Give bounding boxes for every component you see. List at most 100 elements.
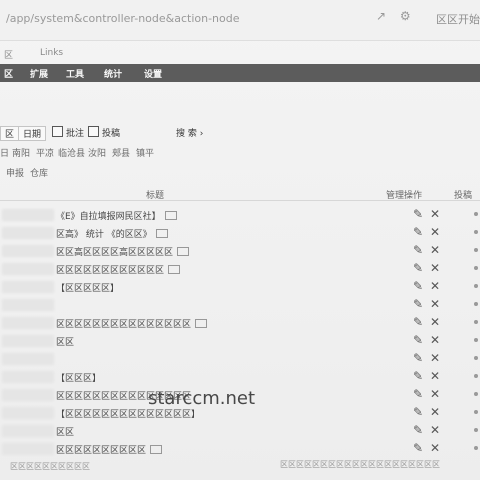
avatar xyxy=(2,389,54,401)
main-nav: 区 扩展 工具 统计 设置 xyxy=(0,64,480,82)
row-title[interactable]: 区高》 统计 《的区区》 xyxy=(56,227,168,240)
status-dot xyxy=(474,356,478,360)
avatar xyxy=(2,227,54,239)
delete-icon[interactable]: ✕ xyxy=(430,225,440,239)
table-row[interactable]: ✎ ✕ xyxy=(0,350,480,368)
delete-icon[interactable]: ✕ xyxy=(430,279,440,293)
status-dot xyxy=(474,428,478,432)
edit-icon[interactable]: ✎ xyxy=(413,297,423,311)
message-icon xyxy=(168,265,181,274)
filter-item[interactable]: 郏县 xyxy=(112,146,130,159)
edit-icon[interactable]: ✎ xyxy=(413,279,423,293)
filter-row-2: 申报 仓库 xyxy=(0,166,480,180)
edit-icon[interactable]: ✎ xyxy=(413,405,423,419)
row-title[interactable]: 区区高区区区区高区区区区区 xyxy=(56,245,190,258)
table-header: 标题 管理操作 投稿 xyxy=(0,186,480,201)
edit-icon[interactable]: ✎ xyxy=(413,333,423,347)
watermark: starccm.net xyxy=(148,388,256,409)
edit-icon[interactable]: ✎ xyxy=(413,261,423,275)
table-row[interactable]: 区区区区区区区区区区区区区区区 ✎ ✕ xyxy=(0,314,480,332)
nav-item-2[interactable]: 扩展 xyxy=(30,67,48,80)
filter-item[interactable]: 镇平 xyxy=(136,146,154,159)
filter-item[interactable]: 日 xyxy=(0,146,9,159)
delete-icon[interactable]: ✕ xyxy=(430,315,440,329)
checkbox-box[interactable] xyxy=(88,126,99,137)
links-item-2[interactable]: Links xyxy=(40,48,63,58)
message-icon xyxy=(177,247,190,256)
status-dot xyxy=(474,284,478,288)
date-select[interactable]: 日期 xyxy=(18,126,47,141)
links-row: 区 Links xyxy=(0,44,480,64)
select-1[interactable]: 区 xyxy=(0,126,20,141)
checkbox-annotate[interactable]: 批注 xyxy=(52,126,84,139)
row-title[interactable]: 【区区区区区】 xyxy=(56,281,119,294)
delete-icon[interactable]: ✕ xyxy=(430,207,440,221)
status-dot xyxy=(474,212,478,216)
edit-icon[interactable]: ✎ xyxy=(413,243,423,257)
status-dot xyxy=(474,410,478,414)
edit-icon[interactable]: ✎ xyxy=(413,315,423,329)
delete-icon[interactable]: ✕ xyxy=(430,243,440,257)
table-row[interactable]: 区区 ✎ ✕ xyxy=(0,422,480,440)
checkbox-box[interactable] xyxy=(52,126,63,137)
avatar xyxy=(2,335,54,347)
edit-icon[interactable]: ✎ xyxy=(413,369,423,383)
address-bar[interactable]: /app/system&controller-node&action-node xyxy=(6,12,240,25)
edit-icon[interactable]: ✎ xyxy=(413,423,423,437)
row-title[interactable]: 区区 xyxy=(56,335,74,348)
links-item-1[interactable]: 区 xyxy=(4,48,13,61)
column-manage: 管理操作 xyxy=(386,191,423,201)
nav-item-5[interactable]: 设置 xyxy=(144,67,162,80)
row-title[interactable]: 区区区区区区区区区区 xyxy=(56,443,163,456)
message-icon xyxy=(195,319,208,328)
row-title[interactable]: 《E》自拉填报网民区社】 xyxy=(56,209,177,222)
filter-item[interactable]: 平凉 xyxy=(36,146,54,159)
delete-icon[interactable]: ✕ xyxy=(430,405,440,419)
delete-icon[interactable]: ✕ xyxy=(430,351,440,365)
nav-item-4[interactable]: 统计 xyxy=(104,67,122,80)
delete-icon[interactable]: ✕ xyxy=(430,387,440,401)
avatar xyxy=(2,263,54,275)
table-row[interactable]: 区区高区区区区高区区区区区 ✎ ✕ xyxy=(0,242,480,260)
filter-item[interactable]: 申报 xyxy=(6,166,24,179)
edit-icon[interactable]: ✎ xyxy=(413,441,423,455)
edit-icon[interactable]: ✎ xyxy=(413,387,423,401)
row-title[interactable]: 【区区区】 xyxy=(56,371,101,384)
table-row[interactable]: ✎ ✕ xyxy=(0,296,480,314)
table-row[interactable]: 【区区区】 ✎ ✕ xyxy=(0,368,480,386)
avatar xyxy=(2,443,54,455)
table-row[interactable]: 区高》 统计 《的区区》 ✎ ✕ xyxy=(0,224,480,242)
edit-icon[interactable]: ✎ xyxy=(413,351,423,365)
table-row[interactable]: 区区 ✎ ✕ xyxy=(0,332,480,350)
row-title[interactable]: 区区区区区区区区区区区区区区区 xyxy=(56,317,208,330)
edit-icon[interactable]: ✎ xyxy=(413,207,423,221)
share-icon[interactable]: ↗ xyxy=(376,9,386,23)
table-row[interactable]: 《E》自拉填报网民区社】 ✎ ✕ xyxy=(0,206,480,224)
avatar xyxy=(2,317,54,329)
delete-icon[interactable]: ✕ xyxy=(430,333,440,347)
avatar xyxy=(2,371,54,383)
checkbox-submit[interactable]: 投稿 xyxy=(88,126,120,139)
delete-icon[interactable]: ✕ xyxy=(430,369,440,383)
nav-item-3[interactable]: 工具 xyxy=(66,67,84,80)
table-row[interactable]: 【区区区区区】 ✎ ✕ xyxy=(0,278,480,296)
search-button[interactable]: 搜 索 › xyxy=(176,126,203,139)
delete-icon[interactable]: ✕ xyxy=(430,441,440,455)
settings-icon[interactable]: ⚙ xyxy=(400,9,411,23)
row-title[interactable]: 区区 xyxy=(56,425,74,438)
status-dot xyxy=(474,230,478,234)
delete-icon[interactable]: ✕ xyxy=(430,423,440,437)
message-icon xyxy=(155,229,168,238)
filter-item[interactable]: 汝阳 xyxy=(88,146,106,159)
delete-icon[interactable]: ✕ xyxy=(430,261,440,275)
avatar xyxy=(2,425,54,437)
browser-right-label[interactable]: 区区开始区 xyxy=(436,11,480,27)
table-row[interactable]: 区区区区区区区区区区区区 ✎ ✕ xyxy=(0,260,480,278)
row-title[interactable]: 区区区区区区区区区区区区 xyxy=(56,263,181,276)
delete-icon[interactable]: ✕ xyxy=(430,297,440,311)
nav-item-1[interactable]: 区 xyxy=(4,67,13,80)
filter-item[interactable]: 仓库 xyxy=(30,166,48,179)
filter-item[interactable]: 临沧县 xyxy=(58,146,85,159)
filter-item[interactable]: 南阳 xyxy=(12,146,30,159)
edit-icon[interactable]: ✎ xyxy=(413,225,423,239)
